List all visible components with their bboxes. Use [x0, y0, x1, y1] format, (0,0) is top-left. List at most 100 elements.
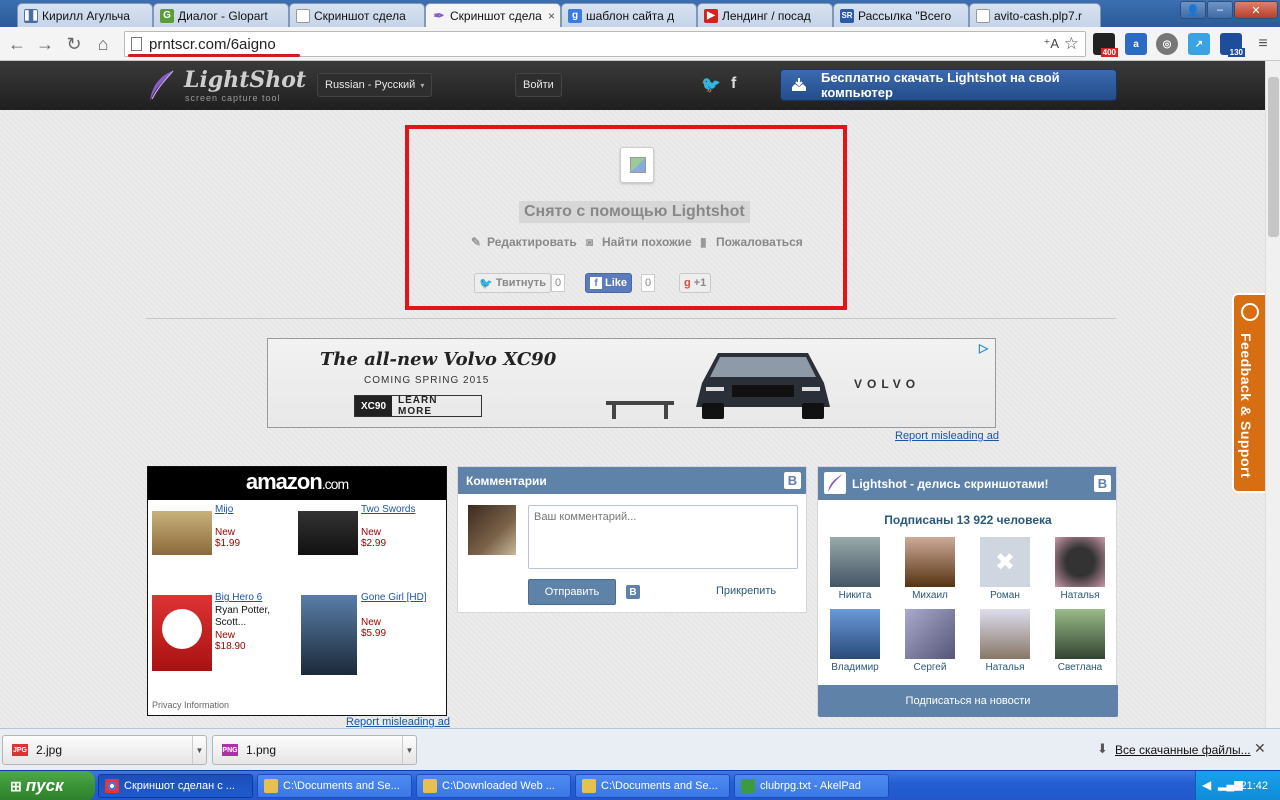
close-window-button[interactable]: ✕	[1234, 1, 1278, 19]
browser-tab[interactable]: ▶ Лендинг / посад	[697, 3, 833, 27]
taskbar-item[interactable]: C:\Documents and Se...	[257, 774, 412, 798]
member-item[interactable]: Светлана	[1050, 609, 1110, 673]
close-icon[interactable]: ✕	[1254, 740, 1266, 757]
taskbar-item[interactable]: Скриншот сделан с ...	[98, 774, 253, 798]
akelpad-icon	[741, 779, 755, 793]
edit-link[interactable]: ✎ Редактировать	[471, 235, 577, 249]
tweet-button[interactable]: 🐦 Твитнуть	[474, 273, 551, 293]
vk-icon[interactable]: B	[626, 585, 640, 599]
download-lightshot-button[interactable]: Бесплатно скачать Lightshot на свой комп…	[780, 69, 1117, 101]
amazon-widget: amazon.com Mijo New $1.99 Two Swords New…	[147, 466, 447, 716]
site-header: LightShot screen capture tool Russian - …	[0, 61, 1265, 110]
amazon-logo[interactable]: amazon.com	[148, 467, 446, 500]
divider	[146, 318, 1116, 319]
network-signal-icon[interactable]: ▂▄▆	[1218, 778, 1243, 791]
ad-subtitle: COMING SPRING 2015	[364, 375, 490, 386]
camera-icon: ◙	[586, 235, 594, 249]
member-item[interactable]: Владимир	[825, 609, 885, 673]
attach-link[interactable]: Прикрепить	[716, 585, 776, 597]
member-item[interactable]: Наталья	[1050, 537, 1110, 601]
extension-icon[interactable]: 130	[1220, 33, 1245, 57]
clock[interactable]: 21:42	[1240, 780, 1268, 792]
menu-icon[interactable]: ≡	[1252, 33, 1274, 55]
product-image	[301, 595, 357, 675]
forward-icon[interactable]: →	[34, 33, 56, 55]
report-link[interactable]: ▮ Пожаловаться	[700, 235, 803, 249]
home-icon[interactable]: ⌂	[92, 33, 114, 55]
browser-tab[interactable]: Скриншот сдела	[289, 3, 425, 27]
taskbar-item[interactable]: C:\Documents and Se...	[575, 774, 730, 798]
translate-icon[interactable]: ⁺A	[1043, 36, 1059, 52]
browser-tab[interactable]: SR Рассылка "Всего	[833, 3, 969, 27]
google-plus-button[interactable]: g +1	[679, 273, 712, 293]
learn-more-button[interactable]: XC90 LEARN MORE	[354, 395, 482, 417]
extension-icon[interactable]: a	[1125, 33, 1147, 55]
minimize-button[interactable]: –	[1207, 1, 1233, 19]
comments-widget: Комментарии B Ваш комментарий... Отправит…	[457, 466, 807, 613]
extension-icon[interactable]: ↗	[1188, 33, 1210, 55]
download-item[interactable]: PNG 1.png ▼	[212, 735, 417, 765]
bench-image	[606, 401, 674, 419]
facebook-icon[interactable]: f	[731, 75, 736, 93]
browser-tab-active[interactable]: ✒ Скриншот сдела ×	[425, 3, 561, 27]
chevron-down-icon[interactable]: ▼	[402, 736, 416, 764]
send-button[interactable]: Отправить	[528, 579, 616, 605]
back-arrow-icon[interactable]: ◀	[1202, 778, 1211, 792]
globe-icon[interactable]: ◎	[1156, 33, 1178, 55]
report-ad-link[interactable]: Report misleading ad	[895, 430, 999, 442]
avatar	[980, 609, 1030, 659]
comment-input[interactable]: Ваш комментарий...	[528, 505, 798, 569]
close-tab-icon[interactable]: ×	[548, 9, 555, 23]
url-host: prntscr.com/	[149, 36, 231, 53]
avatar	[830, 609, 880, 659]
all-downloads-link[interactable]: Все скачанные файлы...	[1115, 743, 1251, 757]
jpg-file-icon: JPG	[12, 744, 28, 756]
start-button[interactable]: ⊞ пуск	[0, 771, 95, 800]
windows-logo-icon: ⊞	[10, 777, 22, 794]
taskbar-item[interactable]: clubrpg.txt - AkelPad	[734, 774, 889, 798]
browser-tab[interactable]: g шаблон сайта д	[561, 3, 697, 27]
reload-icon[interactable]: ↻	[63, 33, 85, 55]
page-scrollbar[interactable]	[1265, 61, 1280, 728]
volvo-ad-banner[interactable]: The all-new Volvo XC90 COMING SPRING 201…	[267, 338, 996, 428]
star-icon[interactable]: ☆	[1064, 34, 1079, 54]
feedback-tab[interactable]: Feedback & Support	[1232, 293, 1265, 493]
back-icon[interactable]: ←	[6, 33, 28, 55]
member-item[interactable]: ✖ Роман	[975, 537, 1035, 601]
user-icon[interactable]: 👤	[1180, 1, 1206, 19]
adchoices-icon[interactable]: ▷	[979, 341, 993, 355]
browser-tab[interactable]: G Диалог - Glopart	[153, 3, 289, 27]
feather-logo-icon	[150, 70, 174, 101]
find-similar-link[interactable]: ◙ Найти похожие	[586, 235, 692, 249]
vk-icon[interactable]: B	[1094, 475, 1111, 492]
member-item[interactable]: Сергей	[900, 609, 960, 673]
browser-tab[interactable]: avito-cash.plp7.r	[969, 3, 1101, 27]
folder-icon	[582, 779, 596, 793]
extension-icon[interactable]: 400	[1093, 33, 1118, 57]
logo-tagline: screen capture tool	[185, 93, 281, 103]
download-item[interactable]: JPG 2.jpg ▼	[2, 735, 207, 765]
ad-brand: VOLVO	[854, 377, 921, 391]
group-title[interactable]: Lightshot - делись скриншотами!	[852, 477, 1048, 491]
scrollbar-thumb[interactable]	[1268, 77, 1279, 237]
chevron-down-icon[interactable]: ▼	[192, 736, 206, 764]
member-item[interactable]: Никита	[825, 537, 885, 601]
product-image	[298, 511, 358, 555]
taskbar-item[interactable]: C:\Downloaded Web ...	[416, 774, 571, 798]
facebook-like-button[interactable]: f Like	[585, 273, 633, 293]
report-ad-link[interactable]: Report misleading ad	[346, 716, 450, 728]
youtube-icon: ▶	[704, 8, 718, 23]
member-item[interactable]: Наталья	[975, 609, 1035, 673]
screenshot-panel: Снято с помощью Lightshot ✎ Редактировать…	[405, 125, 847, 310]
comments-title: Комментарии	[466, 473, 547, 488]
twitter-icon[interactable]: 🐦	[701, 75, 721, 95]
logo-name[interactable]: LightShot	[184, 67, 306, 93]
member-item[interactable]: Михаил	[900, 537, 960, 601]
browser-tab[interactable]: ❚❚ Кирилл Агульча	[17, 3, 153, 27]
language-selector[interactable]: Russian - Русский ▾	[317, 73, 433, 97]
login-button[interactable]: Войти	[515, 73, 562, 97]
vk-icon[interactable]: B	[784, 472, 801, 489]
subscribe-button[interactable]: Подписаться на новости	[818, 685, 1118, 717]
page-icon	[131, 37, 142, 51]
privacy-link[interactable]: Privacy Information	[152, 700, 229, 710]
